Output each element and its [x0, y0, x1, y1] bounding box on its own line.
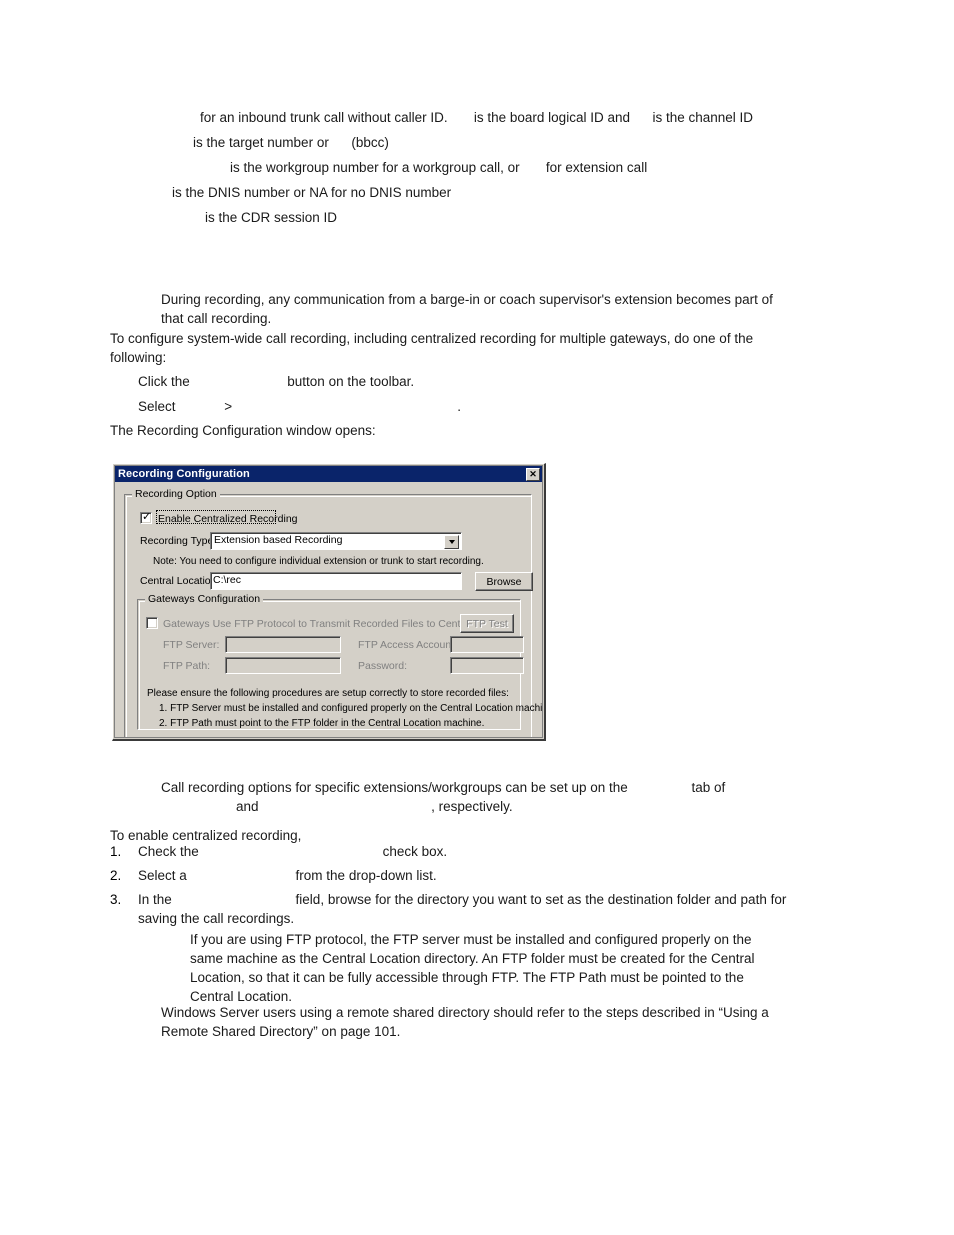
recording-type-combobox[interactable]: Extension based Recording	[210, 532, 462, 550]
procedures-intro: Please ensure the following procedures a…	[147, 688, 509, 699]
ftp-test-button-label: FTP Test	[466, 617, 508, 630]
configure-intro: To configure system-wide call recording,…	[110, 331, 757, 365]
bullet-select-menu: Select > .	[138, 399, 461, 414]
step-3-number: 3.	[110, 892, 122, 907]
recording-type-value: Extension based Recording	[214, 534, 343, 546]
step-1-number: 1.	[110, 844, 122, 859]
recording-configuration-dialog: Recording Configuration ✕ Recording Opti…	[112, 463, 546, 741]
central-location-label: Central Location:	[140, 575, 220, 587]
step-2-number: 2.	[110, 868, 122, 883]
step-1-text: Check the check box.	[138, 844, 448, 859]
ftp-access-account-input[interactable]	[450, 636, 524, 653]
browse-button[interactable]: Browse	[475, 572, 533, 591]
procedure-item-2: 2. FTP Path must point to the FTP folder…	[159, 718, 485, 729]
enable-centralized-recording-label: Enable Centralized Recording	[158, 513, 298, 525]
step-3-text: In the field, browse for the directory y…	[138, 892, 791, 926]
fragment-line-1: for an inbound trunk call without caller…	[200, 110, 754, 125]
ftp-path-label: FTP Path:	[163, 660, 211, 672]
step-2-text: Select a from the drop-down list.	[138, 868, 437, 883]
password-input[interactable]	[450, 657, 524, 674]
fragment-line-4: is the DNIS number or NA for no DNIS num…	[172, 185, 452, 200]
note-call-recording-options-line2: and , respectively.	[161, 799, 513, 814]
dialog-body: Recording Option ✓ Enable Centralized Re…	[115, 483, 542, 737]
gateways-configuration-legend: Gateways Configuration	[145, 593, 264, 605]
bullet-click-toolbar: Click the button on the toolbar.	[138, 374, 415, 389]
fragment-line-2: is the target number or (bbcc)	[193, 135, 389, 150]
procedure-item-1: 1. FTP Server must be installed and conf…	[159, 703, 542, 714]
password-label: Password:	[358, 660, 408, 672]
close-icon[interactable]: ✕	[526, 467, 540, 481]
note-barge-in: During recording, any communication from…	[161, 292, 777, 326]
ftp-test-button[interactable]: FTP Test	[460, 614, 514, 633]
checkmark-icon: ✓	[142, 511, 152, 523]
chevron-down-icon[interactable]	[444, 535, 459, 549]
ftp-access-account-label: FTP Access Account:	[358, 639, 458, 651]
central-location-input[interactable]: C:\rec	[210, 572, 462, 590]
fragment-line-5: is the CDR session ID	[205, 210, 338, 225]
fragment-line-3: is the workgroup number for a workgroup …	[230, 160, 648, 175]
ftp-server-input[interactable]	[225, 636, 341, 653]
browse-button-label: Browse	[486, 575, 522, 588]
recording-option-legend: Recording Option	[132, 488, 220, 500]
ftp-server-label: FTP Server:	[163, 639, 220, 651]
recording-type-note: Note: You need to configure individual e…	[153, 556, 484, 567]
note-ftp-protocol: If you are using FTP protocol, the FTP s…	[190, 932, 759, 1004]
dialog-titlebar[interactable]: Recording Configuration ✕	[115, 466, 542, 482]
window-opens-text: The Recording Configuration window opens…	[110, 423, 376, 438]
note-windows-server: Windows Server users using a remote shar…	[161, 1005, 773, 1039]
recording-type-label: Recording Type:	[140, 535, 217, 547]
dialog-title: Recording Configuration	[118, 468, 250, 480]
enable-centralized-recording-checkbox[interactable]: ✓	[140, 511, 152, 524]
note-call-recording-options: Call recording options for specific exte…	[161, 780, 726, 795]
ftp-path-input[interactable]	[225, 657, 341, 674]
gateways-use-ftp-checkbox[interactable]	[146, 617, 158, 629]
